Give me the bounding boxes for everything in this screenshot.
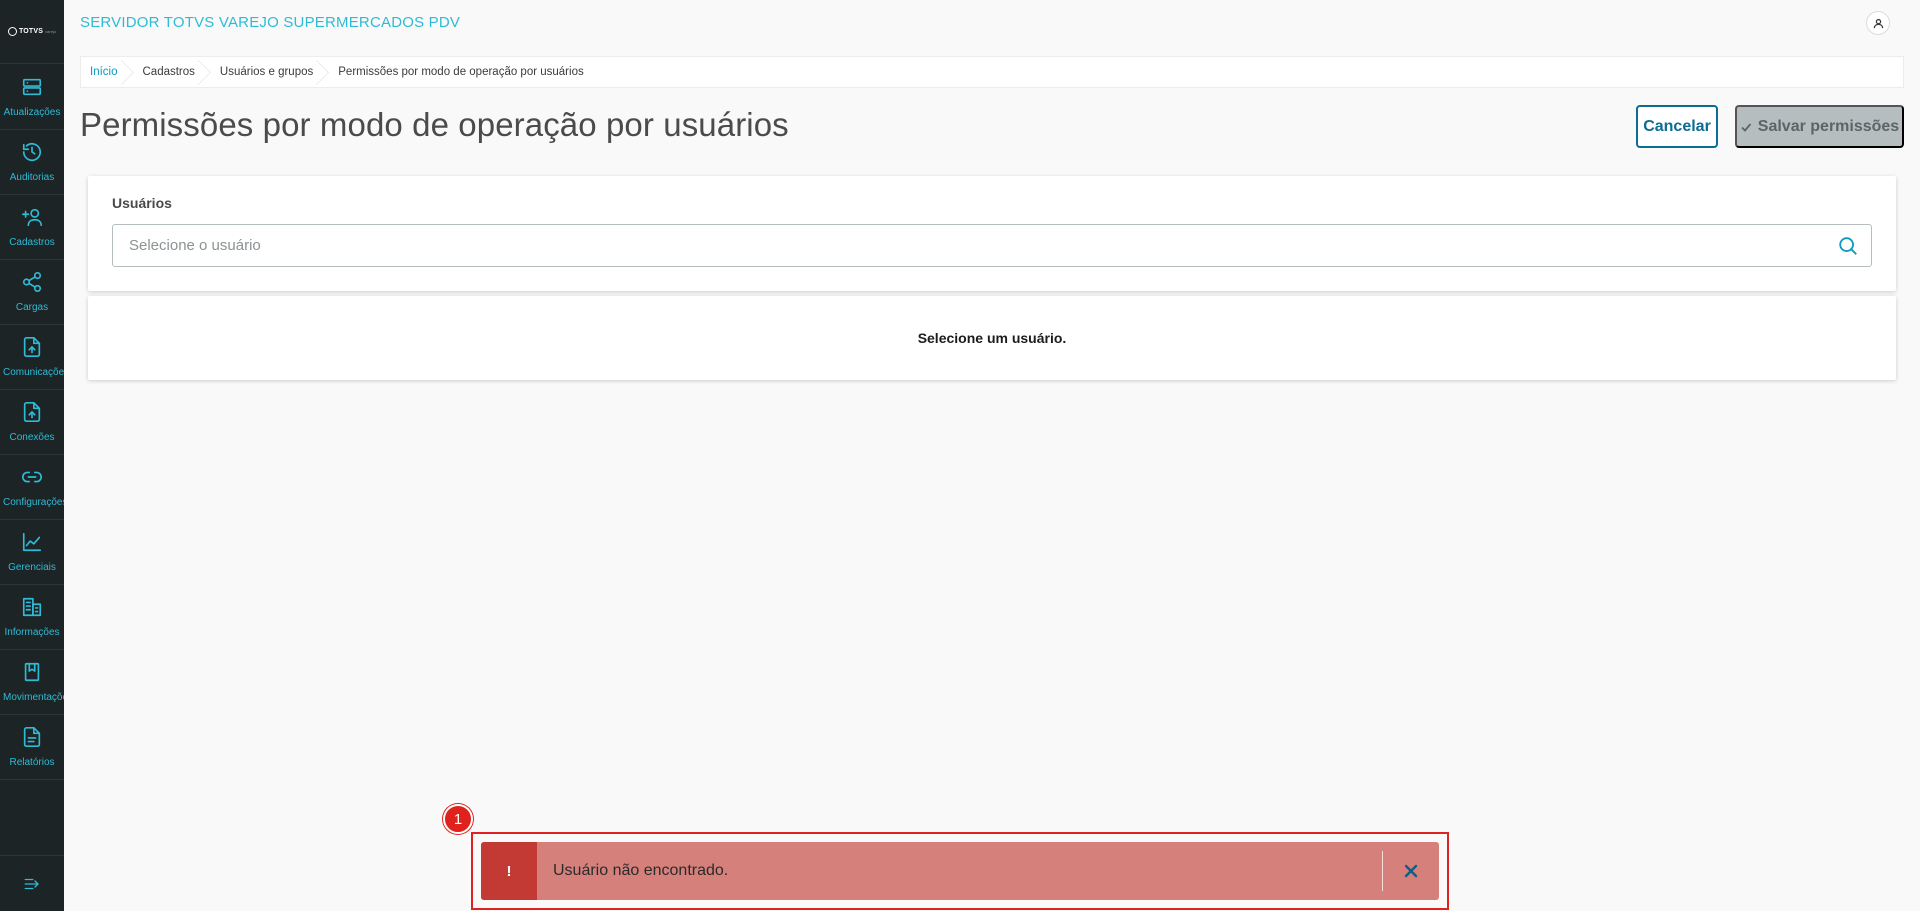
sidebar-item-label: Auditorias — [9, 172, 55, 183]
breadcrumb-item-current: Permissões por modo de operação por usuá… — [338, 66, 584, 78]
sidebar-item-label: Conexões — [9, 432, 55, 443]
user-icon — [1873, 18, 1883, 28]
breadcrumb-item-inicio[interactable]: Início — [81, 57, 128, 87]
save-permissions-label: Salvar permissões — [1757, 117, 1900, 135]
breadcrumb-item-cadastros[interactable]: Cadastros — [128, 57, 205, 87]
user-search-input[interactable] — [113, 225, 1837, 266]
add-user-icon — [22, 208, 42, 227]
sidebar-item-label: Comunicações — [3, 367, 64, 378]
save-permissions-button[interactable]: Salvar permissões — [1735, 105, 1904, 148]
sidebar-item-configuracoes[interactable]: Configurações — [0, 455, 64, 520]
sidebar-item-label: Configurações — [3, 497, 64, 508]
step-badge: 1 — [443, 804, 473, 834]
sidebar-item-label: Cargas — [15, 302, 49, 313]
chart-icon — [22, 532, 42, 552]
page-title: Permissões por modo de operação por usuá… — [80, 106, 789, 143]
file-upload-icon — [23, 337, 41, 357]
bookmark-icon — [24, 662, 40, 682]
logo-mark-icon — [7, 27, 17, 36]
sidebar: TOTVS varejo Atualizações Auditorias Cad… — [0, 0, 64, 911]
user-profile-button[interactable] — [1866, 11, 1890, 35]
notification-message: Usuário não encontrado. — [553, 862, 729, 879]
sidebar-item-label: Movimentações — [3, 692, 64, 703]
user-search-field[interactable] — [112, 224, 1872, 267]
sidebar-item-relatorios[interactable]: Relatórios — [0, 715, 64, 780]
close-notification-button[interactable] — [1383, 842, 1439, 900]
collapse-menu-button[interactable] — [0, 855, 64, 911]
sidebar-item-comunicacoes[interactable]: Comunicações — [0, 325, 64, 390]
sidebar-item-conexoes[interactable]: Conexões — [0, 390, 64, 455]
users-card: Usuários — [88, 176, 1896, 291]
sidebar-item-informacoes[interactable]: Informações — [0, 585, 64, 650]
sidebar-item-label: Informações — [4, 627, 60, 638]
error-icon: ! — [481, 842, 537, 900]
collapse-menu-icon — [24, 878, 39, 889]
building-icon — [22, 597, 42, 617]
cancel-button[interactable]: Cancelar — [1636, 105, 1718, 148]
sidebar-item-cadastros[interactable]: Cadastros — [0, 195, 64, 260]
breadcrumb-item-usuarios-grupos[interactable]: Usuários e grupos — [205, 57, 323, 87]
share-icon — [22, 272, 42, 292]
sidebar-item-gerenciais[interactable]: Gerenciais — [0, 520, 64, 585]
check-icon — [1741, 122, 1751, 132]
sidebar-item-movimentacoes[interactable]: Movimentações — [0, 650, 64, 715]
sidebar-item-auditorias[interactable]: Auditorias — [0, 130, 64, 195]
breadcrumb: Início Cadastros Usuários e grupos Permi… — [80, 56, 1904, 88]
sidebar-item-atualizacoes[interactable]: Atualizações — [0, 65, 64, 130]
users-field-label: Usuários — [112, 195, 172, 211]
sidebar-item-label: Relatórios — [9, 757, 55, 768]
logo-text: TOTVS — [18, 28, 44, 35]
search-icon[interactable] — [1837, 235, 1859, 257]
empty-state-card: Selecione um usuário. — [88, 296, 1896, 380]
error-notification: ! Usuário não encontrado. — [481, 842, 1439, 900]
link-icon — [22, 471, 42, 483]
server-icon — [22, 78, 42, 96]
app-title: SERVIDOR TOTVS VAREJO SUPERMERCADOS PDV — [80, 14, 461, 31]
sidebar-item-cargas[interactable]: Cargas — [0, 260, 64, 325]
sidebar-item-label: Gerenciais — [8, 562, 56, 573]
sidebar-item-label: Atualizações — [3, 107, 61, 118]
logo-subtext: varejo — [45, 29, 57, 34]
empty-state-text: Selecione um usuário. — [917, 330, 1067, 346]
document-icon — [23, 727, 41, 747]
history-icon — [22, 143, 42, 162]
totvs-logo[interactable]: TOTVS varejo — [0, 0, 64, 64]
close-icon — [1404, 864, 1418, 878]
sidebar-item-label: Cadastros — [9, 237, 55, 248]
file-upload-icon — [23, 402, 41, 422]
